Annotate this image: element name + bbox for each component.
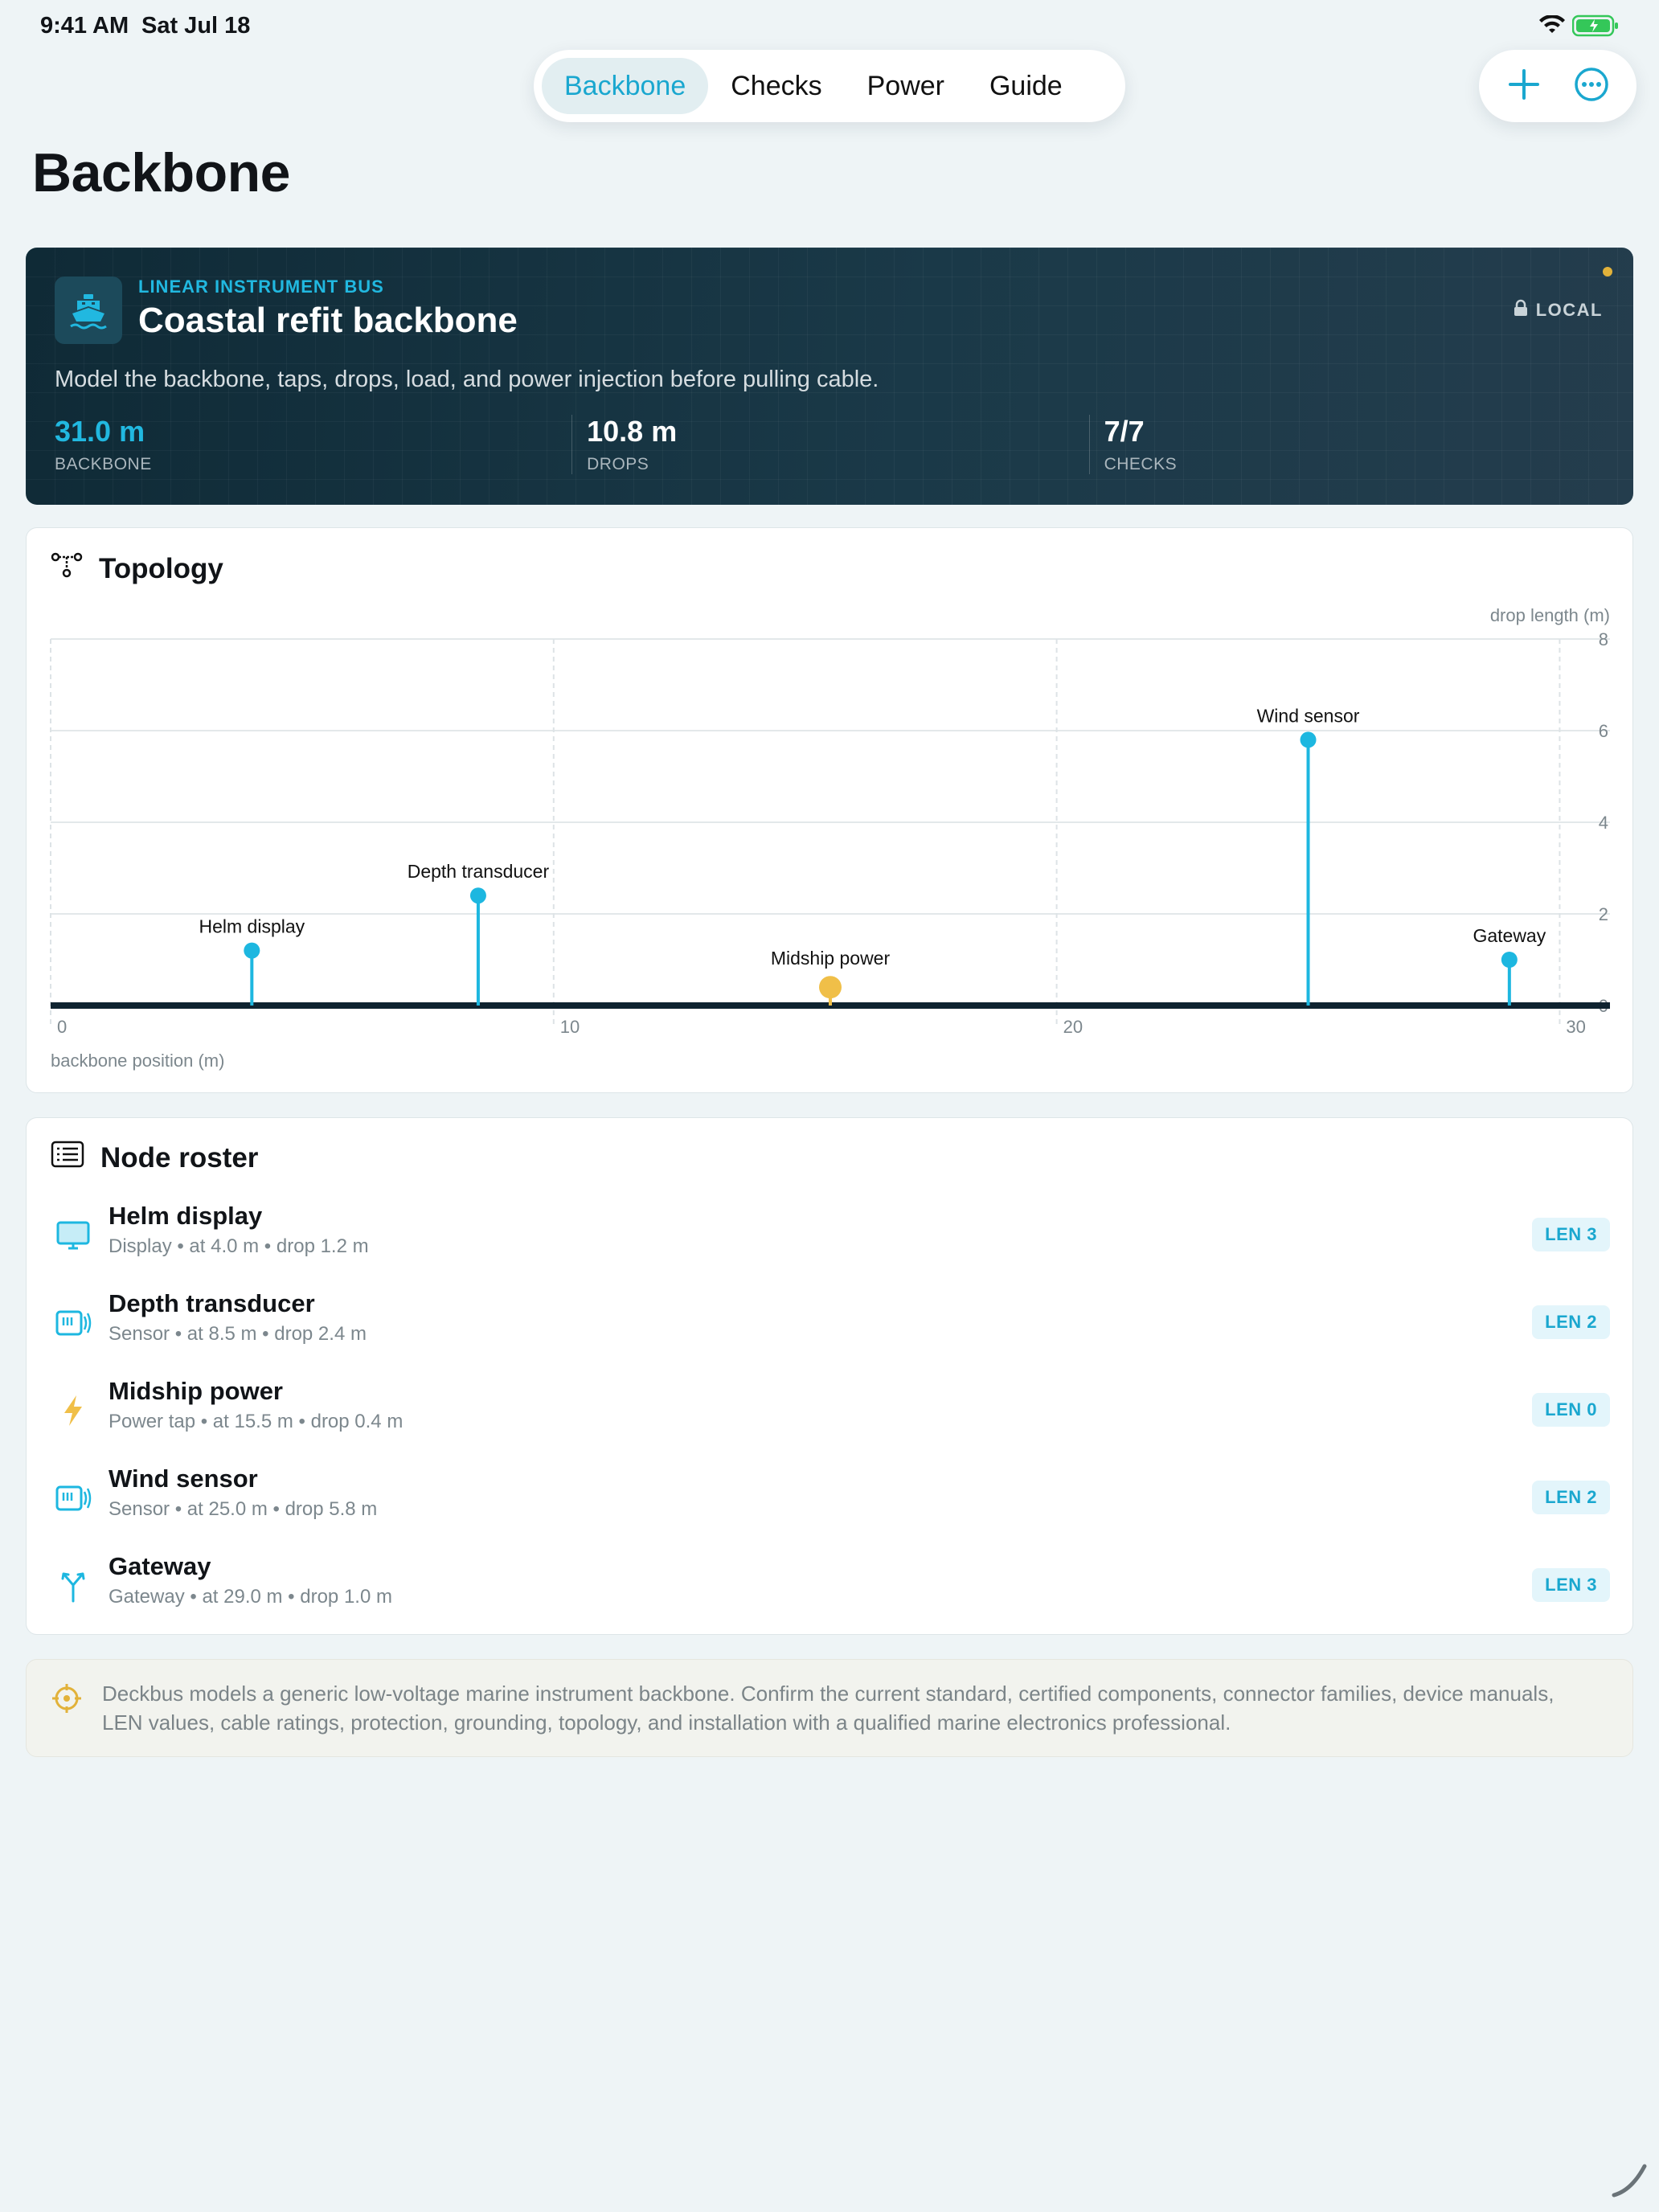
list-item[interactable]: Depth transducer Sensor • at 8.5 m • dro… — [51, 1286, 1610, 1373]
local-label: LOCAL — [1535, 300, 1603, 320]
list-icon — [51, 1141, 84, 1175]
y-tick-label: 2 — [1599, 904, 1608, 924]
local-badge: LOCAL — [1514, 299, 1603, 322]
node-roster-card: Node roster Helm display Display • at 4.… — [26, 1117, 1633, 1635]
tab-power[interactable]: Power — [845, 58, 967, 114]
add-button[interactable] — [1498, 60, 1550, 112]
stat-backbone-value: 31.0 m — [55, 415, 145, 448]
node-meta: Sensor • at 8.5 m • drop 2.4 m — [109, 1323, 367, 1345]
gateway-icon — [54, 1567, 92, 1605]
crosshair-icon — [51, 1682, 83, 1718]
disclaimer-text: Deckbus models a generic low-voltage mar… — [102, 1682, 1555, 1735]
len-badge: LEN 3 — [1532, 1568, 1610, 1602]
boat-icon — [55, 276, 122, 344]
stat-backbone-label: BACKBONE — [55, 455, 152, 473]
x-tick-label: 0 — [57, 1017, 67, 1037]
sensor-icon — [54, 1304, 92, 1342]
tab-backbone[interactable]: Backbone — [542, 58, 709, 114]
status-dot — [1603, 267, 1612, 276]
x-axis-label: backbone position (m) — [51, 1051, 224, 1071]
project-hero-card: LINEAR INSTRUMENT BUS Coastal refit back… — [26, 248, 1633, 505]
stat-drops-label: DROPS — [587, 455, 649, 473]
more-button[interactable] — [1566, 60, 1617, 112]
disclaimer-notice: Deckbus models a generic low-voltage mar… — [26, 1659, 1633, 1757]
len-badge: LEN 3 — [1532, 1218, 1610, 1251]
plus-icon — [1507, 68, 1541, 105]
node-name: Wind sensor — [109, 1464, 258, 1493]
node-meta: Sensor • at 25.0 m • drop 5.8 m — [109, 1498, 378, 1520]
x-tick-label: 20 — [1063, 1017, 1083, 1037]
len-badge: LEN 2 — [1532, 1481, 1610, 1514]
y-tick-label: 6 — [1599, 721, 1608, 741]
node-label: Helm display — [199, 916, 305, 937]
node-point — [469, 887, 486, 904]
list-item[interactable]: Helm display Display • at 4.0 m • drop 1… — [51, 1198, 1610, 1285]
hero-title: Coastal refit backbone — [138, 301, 518, 340]
scroll-indicator — [1609, 2158, 1649, 2202]
node-label: Wind sensor — [1257, 705, 1360, 726]
node-point — [819, 976, 842, 999]
hero-stats: 31.0 m BACKBONE 10.8 m DROPS 7/7 CHECKS — [55, 415, 1606, 474]
node-name: Midship power — [109, 1377, 283, 1405]
stat-drops-value: 10.8 m — [587, 415, 678, 448]
stat-backbone: 31.0 m BACKBONE — [55, 415, 571, 474]
tab-bar: Backbone Checks Power Guide — [534, 50, 1125, 122]
tab-checks[interactable]: Checks — [708, 58, 844, 114]
page-title: Backbone — [32, 142, 291, 203]
wifi-icon — [1538, 14, 1566, 40]
hero-description: Model the backbone, taps, drops, load, a… — [55, 367, 879, 392]
status-date: Sat Jul 18 — [141, 13, 251, 39]
node-meta: Power tap • at 15.5 m • drop 0.4 m — [109, 1411, 403, 1432]
stat-drops: 10.8 m DROPS — [571, 415, 1088, 474]
len-badge: LEN 2 — [1532, 1305, 1610, 1339]
x-tick-label: 10 — [560, 1017, 580, 1037]
list-item[interactable]: Midship power Power tap • at 15.5 m • dr… — [51, 1374, 1610, 1460]
topology-chart: 024680102030drop length (m)backbone posi… — [50, 605, 1610, 1071]
y-tick-label: 8 — [1599, 629, 1608, 649]
list-item[interactable]: Gateway Gateway • at 29.0 m • drop 1.0 m… — [51, 1549, 1610, 1636]
x-tick-label: 30 — [1566, 1017, 1585, 1037]
node-point — [244, 942, 260, 959]
node-label: Depth transducer — [408, 861, 550, 882]
node-label: Gateway — [1473, 925, 1546, 946]
y-tick-label: 4 — [1599, 813, 1608, 833]
stat-checks: 7/7 CHECKS — [1088, 415, 1606, 474]
battery-icon — [1571, 14, 1619, 41]
status-icons — [1538, 14, 1619, 41]
hero-eyebrow: LINEAR INSTRUMENT BUS — [138, 276, 384, 297]
display-icon — [54, 1216, 92, 1255]
status-bar: 9:41 AM Sat Jul 18 — [0, 0, 1659, 51]
list-item[interactable]: Wind sensor Sensor • at 25.0 m • drop 5.… — [51, 1461, 1610, 1548]
node-name: Helm display — [109, 1202, 263, 1230]
node-meta: Display • at 4.0 m • drop 1.2 m — [109, 1235, 369, 1257]
lock-icon — [1514, 299, 1528, 322]
node-point — [1501, 952, 1518, 968]
y-axis-label: drop length (m) — [1490, 605, 1610, 625]
node-name: Gateway — [109, 1552, 211, 1580]
len-badge: LEN 0 — [1532, 1393, 1610, 1427]
ellipsis-circle-icon — [1573, 66, 1610, 107]
tab-guide[interactable]: Guide — [967, 58, 1085, 114]
node-point — [1300, 731, 1317, 748]
status-time: 9:41 AM — [40, 13, 129, 39]
stat-checks-label: CHECKS — [1104, 455, 1178, 473]
toolbar — [1479, 50, 1636, 122]
node-meta: Gateway • at 29.0 m • drop 1.0 m — [109, 1586, 392, 1608]
node-name: Depth transducer — [109, 1289, 315, 1317]
stat-checks-value: 7/7 — [1104, 415, 1145, 448]
roster-header: Node roster — [51, 1141, 258, 1175]
roster-title: Node roster — [100, 1141, 259, 1174]
topology-card: Topology 024680102030drop length (m)back… — [26, 527, 1633, 1093]
bolt-icon — [54, 1391, 92, 1430]
node-label: Midship power — [771, 948, 891, 969]
sensor-icon — [54, 1479, 92, 1518]
